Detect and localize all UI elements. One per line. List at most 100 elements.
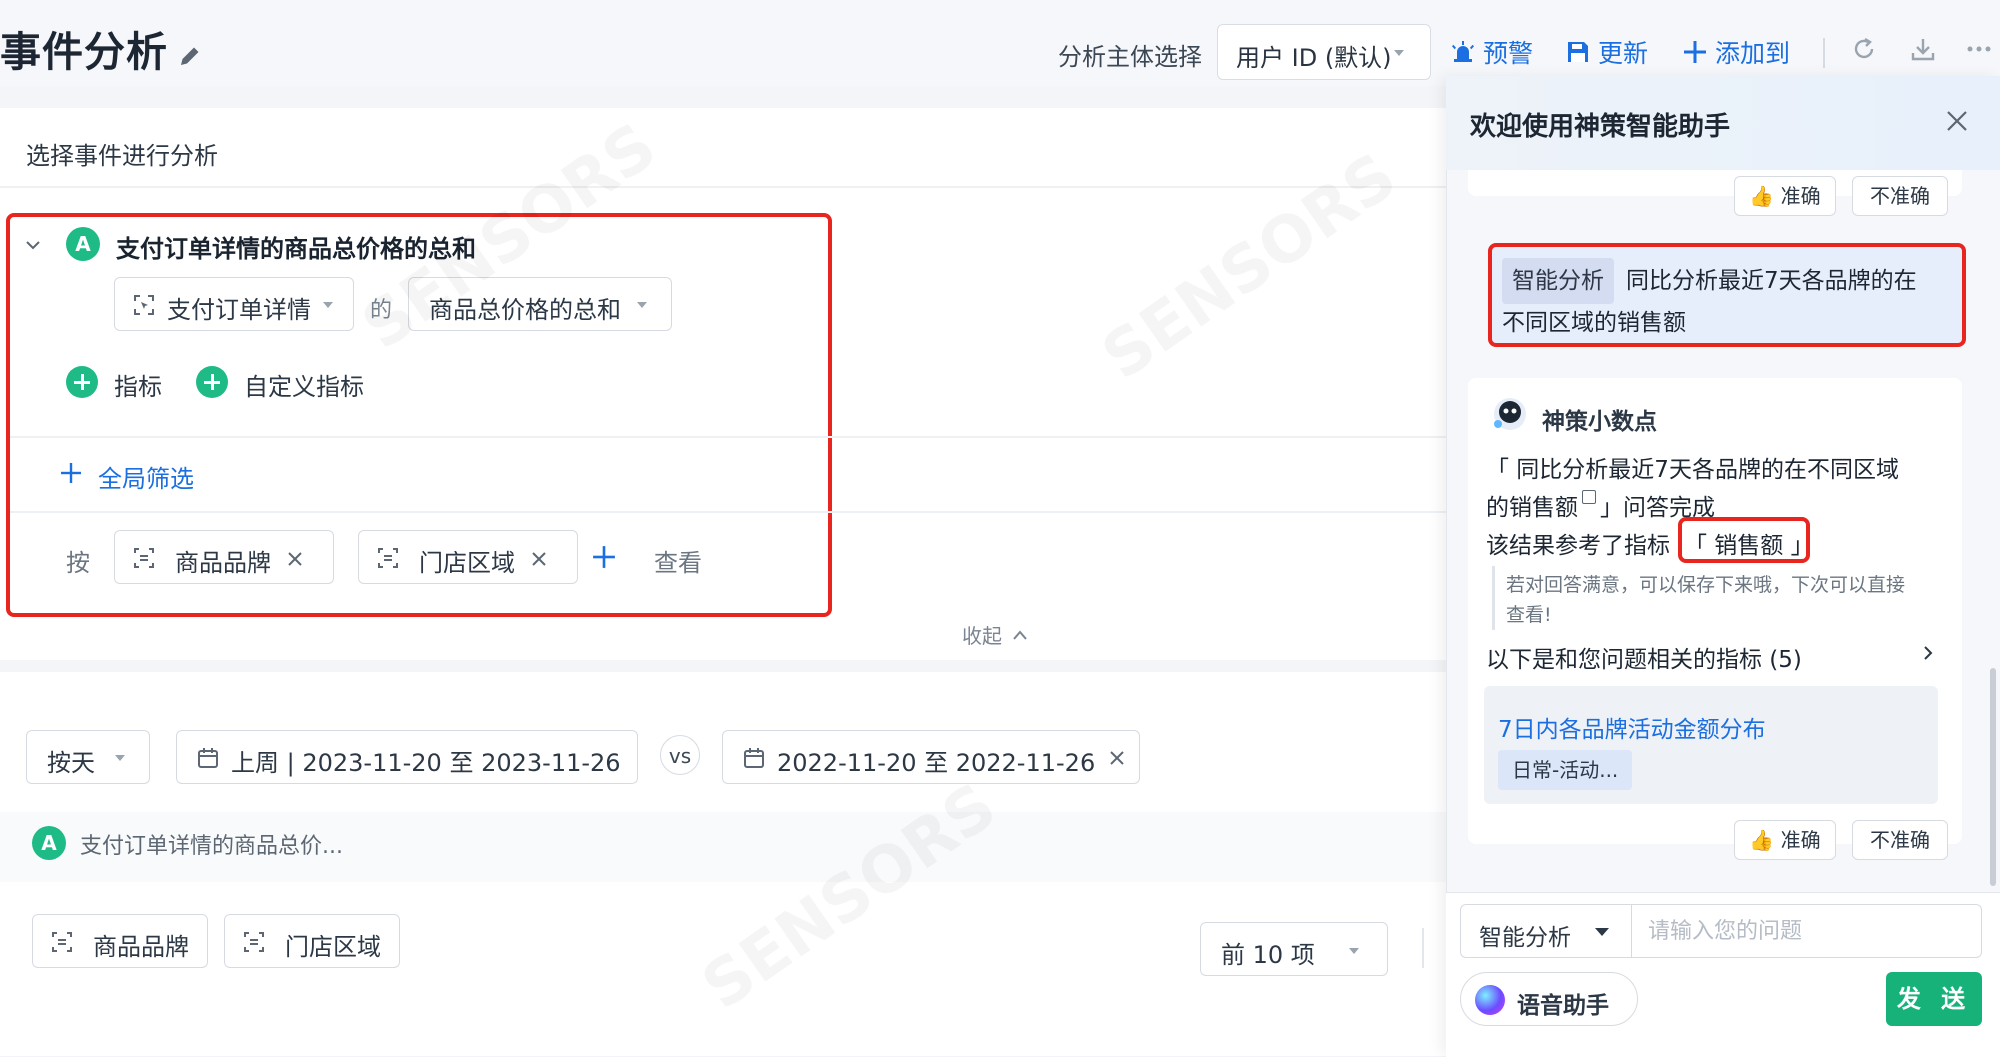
chevron-up-icon — [1013, 629, 1027, 640]
chevron-down-icon — [637, 302, 647, 308]
chevron-down-icon — [1394, 50, 1404, 56]
alarm-icon — [1451, 41, 1475, 62]
date-range-value: 上周 | 2023-11-20 至 2023-11-26 — [231, 749, 621, 777]
plus-icon — [1684, 41, 1706, 63]
related-metrics-label[interactable]: 以下是和您问题相关的指标 (5) — [1486, 640, 1802, 674]
close-icon[interactable] — [287, 551, 303, 567]
group-by-label: 按 — [66, 549, 90, 577]
copy-icon[interactable] — [1582, 490, 1596, 504]
dimension-icon — [134, 548, 154, 568]
inaccurate-button-label: 不准确 — [1870, 184, 1930, 208]
mode-select[interactable]: 智能分析 — [1460, 904, 1632, 958]
alert-button[interactable]: 预警 — [1451, 34, 1533, 70]
add-to-button-label: 添加到 — [1715, 39, 1791, 68]
add-to-button[interactable]: 添加到 — [1683, 34, 1790, 70]
voice-assistant-button[interactable]: 语音助手 — [1460, 972, 1638, 1026]
plus-icon[interactable] — [60, 462, 82, 484]
related-metric-title[interactable]: 7日内各品牌活动金额分布 — [1498, 710, 1766, 744]
divider — [10, 511, 1448, 513]
tip: 若对回答满意，可以保存下来哦，下次可以直接 查看! — [1506, 570, 1950, 630]
dimension-chip-label: 门店区域 — [285, 933, 381, 961]
user-question-line2: 不同区域的销售额 — [1502, 310, 1686, 336]
add-metric-icon[interactable] — [66, 366, 98, 398]
toolbar-divider — [1823, 38, 1825, 68]
close-icon[interactable] — [1109, 750, 1125, 766]
subject-select[interactable]: 用户 ID (默认) — [1217, 24, 1431, 80]
subject-select-value: 用户 ID (默认) — [1236, 44, 1392, 72]
dimension-icon — [244, 932, 264, 952]
page-title: 事件分析 — [0, 28, 168, 76]
topn-select[interactable]: 前 10 项 — [1200, 922, 1388, 976]
collapse-chevron-icon[interactable] — [24, 236, 42, 254]
bot-name: 神策小数点 — [1542, 409, 1657, 435]
date-range-picker[interactable]: 上周 | 2023-11-20 至 2023-11-26 — [176, 730, 638, 784]
legend-text: 支付订单详情的商品总价... — [80, 834, 343, 859]
inaccurate-button-label: 不准确 — [1870, 828, 1930, 852]
mode-select-value: 智能分析 — [1479, 925, 1571, 951]
send-button[interactable]: 发 送 — [1886, 972, 1982, 1026]
section-heading: 选择事件进行分析 — [26, 142, 218, 170]
accurate-button[interactable]: 👍 准确 — [1734, 820, 1836, 860]
granularity-value: 按天 — [47, 749, 95, 777]
event-select-value: 支付订单详情 — [167, 296, 311, 324]
save-icon — [1568, 42, 1588, 62]
alert-button-label: 预警 — [1483, 39, 1534, 68]
group-by-chip-label: 门店区域 — [419, 549, 515, 577]
assistant-title: 欢迎使用神策智能助手 — [1470, 112, 1731, 142]
inaccurate-button[interactable]: 不准确 — [1852, 176, 1948, 216]
user-question: 智能分析 同比分析最近7天各品牌的在 不同区域的销售额 — [1502, 258, 1962, 342]
global-filter-link[interactable]: 全局筛选 — [98, 459, 194, 494]
answer-line2: 的销售额 」问答完成 — [1486, 488, 1715, 522]
compare-range-value: 2022-11-20 至 2022-11-26 — [777, 749, 1096, 777]
tip-line2: 查看! — [1506, 604, 1552, 626]
user-question-line1: 同比分析最近7天各品牌的在 — [1626, 268, 1917, 294]
analysis-tag: 智能分析 — [1502, 258, 1614, 304]
accurate-button-label: 准确 — [1780, 184, 1821, 208]
collapse-label: 收起 — [962, 624, 1002, 648]
inaccurate-button[interactable]: 不准确 — [1852, 820, 1948, 860]
group-by-chip[interactable]: 商品品牌 — [114, 530, 334, 584]
answer-line2-text: 的销售额 — [1486, 495, 1578, 521]
add-custom-metric-label[interactable]: 自定义指标 — [244, 367, 364, 402]
dimension-chip-label: 商品品牌 — [93, 933, 189, 961]
tip-bar — [1492, 566, 1495, 630]
refresh-icon[interactable] — [1851, 36, 1877, 62]
dimension-chip[interactable]: 商品品牌 — [32, 914, 208, 968]
chevron-right-icon[interactable] — [1920, 642, 1936, 664]
metric-badge: A — [66, 227, 100, 261]
accurate-button-label: 准确 — [1780, 828, 1821, 852]
divider — [10, 436, 1448, 438]
view-label: 查看 — [654, 549, 702, 577]
thumbs-up-icon: 👍 — [1749, 828, 1775, 852]
dimension-icon — [52, 932, 72, 952]
event-icon — [134, 295, 154, 315]
scrollbar[interactable] — [1990, 668, 1996, 886]
calendar-icon — [744, 748, 764, 768]
chevron-down-icon — [1349, 948, 1359, 954]
close-icon[interactable] — [531, 551, 547, 567]
thumbs-up-icon: 👍 — [1749, 184, 1775, 208]
add-custom-metric-icon[interactable] — [196, 366, 228, 398]
download-icon[interactable] — [1910, 36, 1936, 62]
close-icon[interactable] — [1946, 110, 1968, 132]
more-icon[interactable] — [1966, 36, 1992, 62]
event-select[interactable]: 支付订单详情 — [114, 277, 354, 331]
dimension-icon — [378, 548, 398, 568]
dimension-chip[interactable]: 门店区域 — [224, 914, 400, 968]
accurate-button[interactable]: 👍 准确 — [1734, 176, 1836, 216]
group-by-chip-label: 商品品牌 — [175, 549, 271, 577]
add-group-by-icon[interactable] — [592, 545, 616, 569]
divider — [1422, 928, 1424, 968]
collapse-toggle[interactable]: 收起 — [962, 620, 1028, 649]
caret-down-icon — [1595, 928, 1609, 936]
divider — [0, 186, 1448, 188]
add-metric-label[interactable]: 指标 — [114, 367, 162, 402]
topn-value: 前 10 项 — [1221, 941, 1315, 969]
question-input[interactable] — [1631, 904, 1982, 958]
update-button[interactable]: 更新 — [1566, 34, 1648, 70]
group-by-chip[interactable]: 门店区域 — [358, 530, 578, 584]
tip-line1: 若对回答满意，可以保存下来哦，下次可以直接 — [1506, 574, 1906, 596]
edit-pencil-icon[interactable] — [178, 44, 202, 68]
granularity-select[interactable]: 按天 — [26, 730, 150, 784]
compare-range-picker[interactable]: 2022-11-20 至 2022-11-26 — [722, 730, 1140, 784]
